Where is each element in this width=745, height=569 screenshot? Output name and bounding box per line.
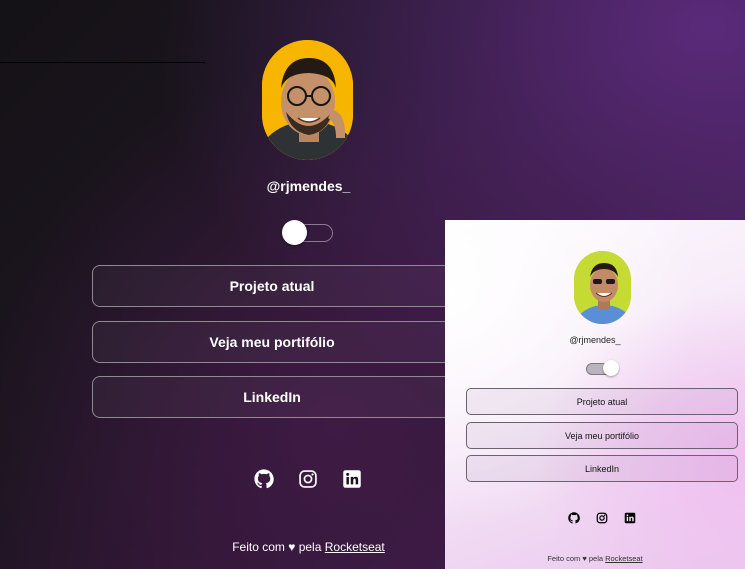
light-github-icon[interactable] [568,512,580,524]
light-link-button-linkedin[interactable]: LinkedIn [466,455,738,482]
light-theme-preview: @rjmendes_ Projeto atual Veja meu portif… [445,220,745,569]
linkedin-icon[interactable] [342,469,362,489]
light-toggle-knob[interactable] [603,360,619,376]
link-button-portfolio[interactable]: Veja meu portifólio [92,321,452,363]
light-linkedin-icon[interactable] [624,512,636,524]
theme-toggle[interactable] [282,220,333,245]
light-footer-text: Feito com ♥ pela [547,554,604,563]
link-button-linkedin[interactable]: LinkedIn [92,376,452,418]
footer-text: Feito com ♥ pela [232,540,322,554]
light-profile-handle: @rjmendes_ [569,335,621,345]
light-theme-toggle[interactable] [586,360,619,376]
profile-avatar [262,40,353,160]
profile-handle: @rjmendes_ [266,178,351,194]
instagram-icon[interactable] [298,469,318,489]
light-link-button-portfolio[interactable]: Veja meu portifólio [466,422,738,449]
light-profile-avatar [574,251,631,324]
toggle-knob[interactable] [282,220,307,245]
light-instagram-icon[interactable] [596,512,608,524]
github-icon[interactable] [254,469,274,489]
top-divider [0,62,205,63]
link-button-projeto-atual[interactable]: Projeto atual [92,265,452,307]
light-link-button-projeto-atual[interactable]: Projeto atual [466,388,738,415]
light-footer-link-rocketseat[interactable]: Rocketseat [605,554,643,563]
footer-link-rocketseat[interactable]: Rocketseat [325,540,385,554]
light-footer: Feito com ♥ pela Rocketseat [445,554,745,563]
